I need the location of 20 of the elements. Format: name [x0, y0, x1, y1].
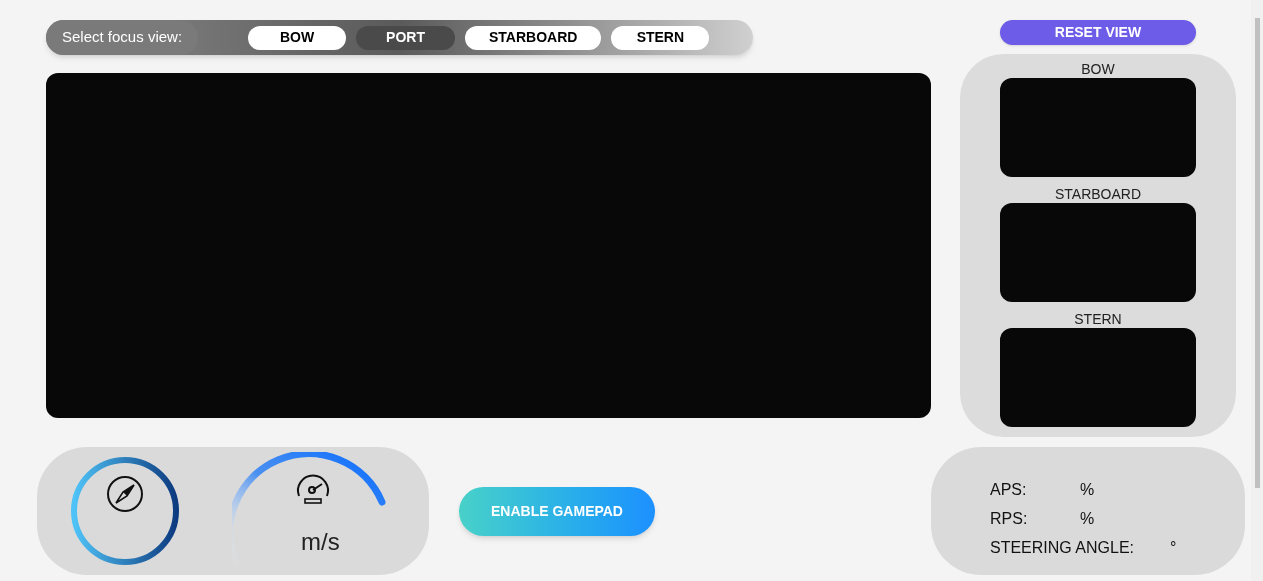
stat-label: RPS: [990, 508, 1029, 529]
camera-feed[interactable] [1000, 203, 1196, 302]
focus-tab[interactable]: BOW [248, 25, 347, 50]
feed-label: BOW [1081, 60, 1115, 78]
speed-unit: m/s [301, 527, 340, 557]
camera-feed[interactable] [1000, 78, 1196, 177]
focus-tab[interactable]: STERN [611, 25, 710, 50]
feed-label: STERN [1074, 310, 1122, 328]
camera-feed[interactable] [1000, 328, 1196, 427]
focus-tab[interactable]: PORT [356, 25, 455, 50]
stat-unit: ° [1170, 537, 1177, 558]
reset-view-button[interactable]: RESET VIEW [1000, 20, 1196, 45]
focus-label: Select focus view: [46, 20, 199, 55]
stat-label: STEERING ANGLE: [990, 537, 1136, 558]
speedometer-icon [294, 472, 332, 506]
feed-label: STARBOARD [1054, 185, 1142, 203]
focus-tab[interactable]: STARBOARD [464, 25, 602, 50]
stat-unit: % [1080, 508, 1095, 529]
stat-label: APS: [990, 479, 1028, 500]
stat-unit: % [1080, 479, 1095, 500]
